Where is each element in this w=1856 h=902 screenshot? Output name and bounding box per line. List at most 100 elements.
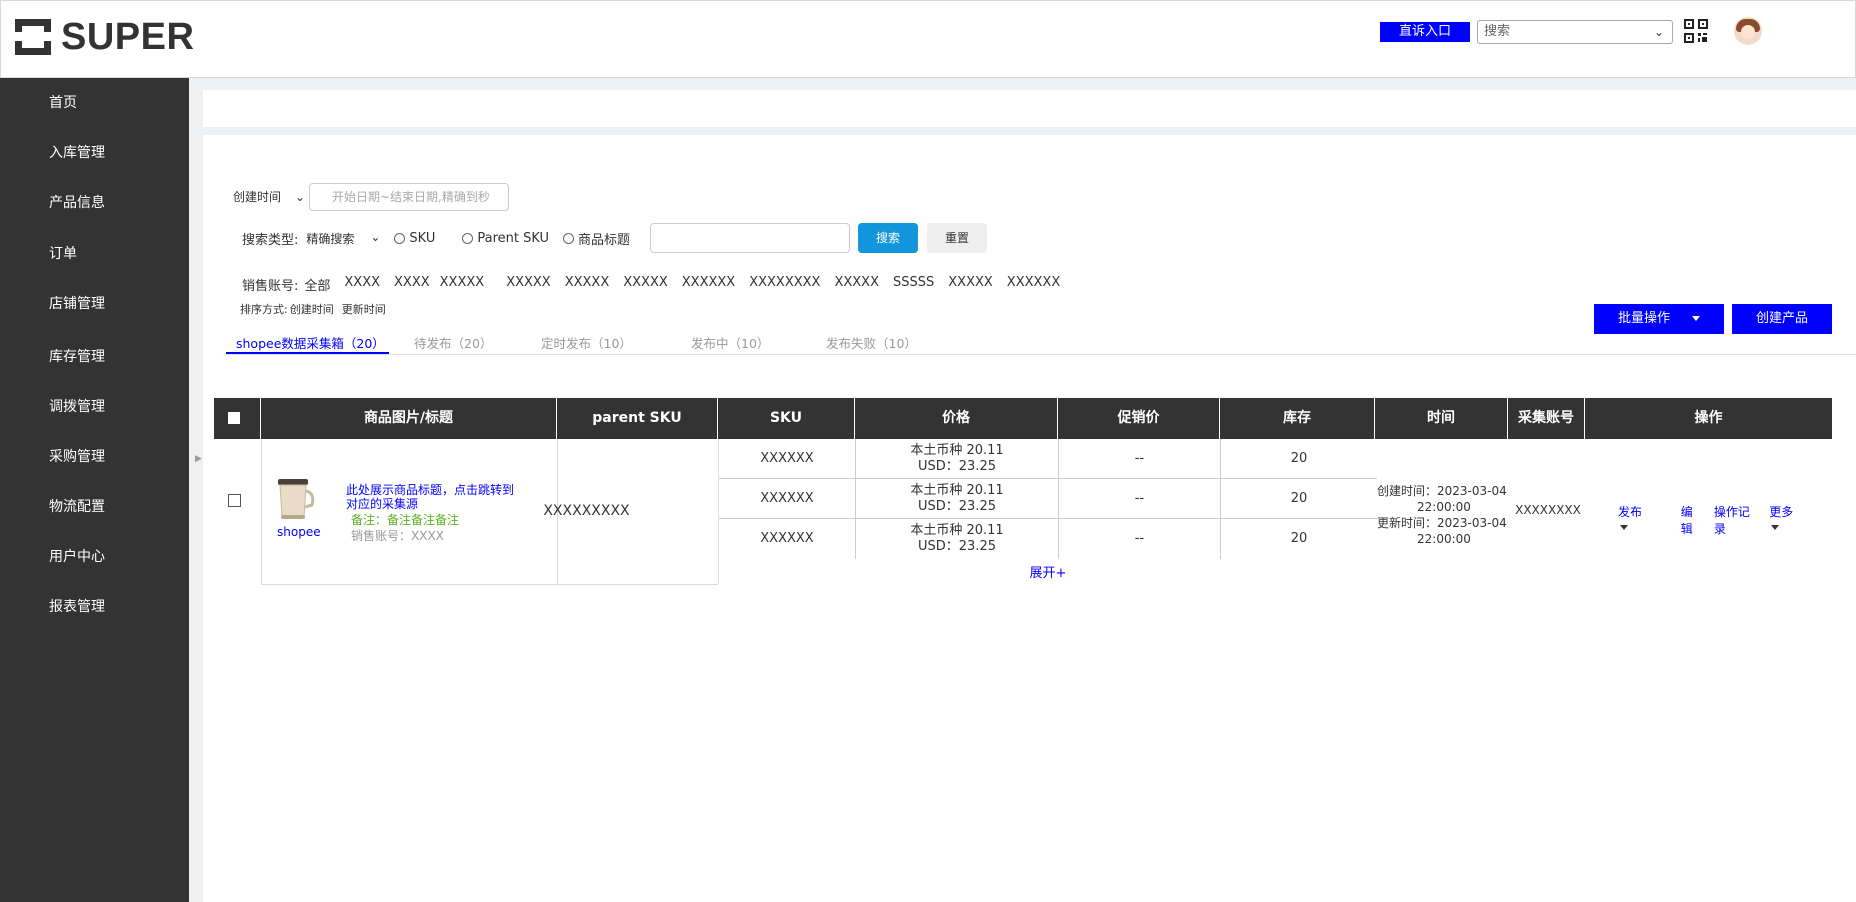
account-option[interactable]: XXXXX [440,275,485,294]
qr-code-icon[interactable] [1684,19,1708,43]
product-sales-account: 销售账号：XXXX [351,529,444,543]
table-header: 商品图片/标题 parent SKU SKU 价格 促销价 库存 时间 采集账号… [214,398,1832,439]
account-option[interactable]: XXXXXX [1007,275,1060,294]
sku-row: XXXXXX 本土币种 20.11 USD：23.25 -- 20 [719,519,1377,559]
stock-value: 20 [1290,531,1308,546]
column-header: 库存 [1220,398,1375,439]
checkbox-select-all[interactable] [228,412,240,424]
radio-title-label: 商品标题 [578,232,631,248]
sidebar-item-inbound[interactable]: 入库管理 [49,142,105,162]
promo-price: -- [1059,439,1221,479]
date-range-input[interactable]: 开始日期~结束日期,精确到秒 [309,183,509,211]
tab-collection-box[interactable]: shopee数据采集箱（20） [236,333,385,352]
tab-pending[interactable]: 待发布（20） [414,333,492,352]
logo[interactable]: SUPER [14,18,194,56]
price-local: 本土币种 20.11 [910,523,1004,538]
account-option[interactable]: XXXXXX [682,275,735,294]
account-option[interactable]: XXXXX [565,275,610,294]
created-time-label: 创建时间：2023-03-04 [1377,484,1507,498]
row-checkbox[interactable] [228,494,241,507]
sidebar-item-purchase[interactable]: 采购管理 [49,446,105,466]
active-tab-indicator [226,352,389,354]
product-title-link[interactable]: 此处展示商品标题，点击跳转到对应的采集源 [346,483,516,511]
sales-account-filter: 销售账号: 全部 XXXX XXXX XXXXX XXXXX XXXXX XXX… [242,275,1060,294]
publish-dropdown[interactable]: 发布 [1618,503,1670,537]
price-cell: 本土币种 20.11 USD：23.25 [856,439,1059,479]
batch-operations-button[interactable]: 批量操作 [1594,304,1724,334]
time-type-select[interactable]: 创建时间 ⌄ [233,185,307,209]
sidebar-item-reports[interactable]: 报表管理 [49,596,105,616]
sidebar-item-user-center[interactable]: 用户中心 [49,546,105,566]
create-product-button[interactable]: 创建产品 [1732,304,1832,334]
sku-value: XXXXXX [719,479,856,519]
keyword-input[interactable] [650,223,851,253]
collect-account-value: XXXXXXXX [1515,503,1581,517]
column-header: parent SKU [557,398,718,439]
tab-failed[interactable]: 发布失败（10） [826,333,917,352]
complaint-entry-button[interactable]: 直诉入口 [1380,22,1470,42]
tab-scheduled[interactable]: 定时发布（10） [541,333,632,352]
sort-option-updated[interactable]: 更新时间 [342,301,386,317]
radio-sku[interactable]: SKU [394,231,435,246]
column-header: 价格 [855,398,1058,439]
chevron-down-icon: ⌄ [294,190,305,204]
tab-divider [226,354,1856,355]
user-avatar[interactable] [1734,17,1762,45]
row-operations: 发布 编辑 操作记录 更多 [1618,503,1832,537]
account-option[interactable]: SSSSS [893,275,934,294]
sidebar-collapse-icon[interactable]: ▶ [195,454,202,464]
caret-down-icon [1692,316,1700,321]
sku-value: XXXXXX [719,519,856,559]
product-image[interactable] [272,475,316,521]
edit-link[interactable]: 编辑 [1681,503,1703,537]
column-header: 操作 [1694,410,1723,426]
time-type-value: 创建时间 [233,190,282,204]
accounts-label: 销售账号: [242,279,299,294]
price-cell: 本土币种 20.11 USD：23.25 [856,519,1059,559]
price-cell: 本土币种 20.11 USD：23.25 [856,479,1059,519]
sort-option-created[interactable]: 创建时间 [290,301,334,317]
search-mode-value: 精确搜索 [306,231,355,246]
time-filter-row: 创建时间 ⌄ 开始日期~结束日期,精确到秒 [233,183,509,211]
caret-down-icon [1771,525,1780,530]
column-header: 促销价 [1058,398,1220,439]
account-option[interactable]: XXXXX [623,275,668,294]
search-button[interactable]: 搜索 [858,223,919,253]
search-mode-select[interactable]: 精确搜索 ⌄ [306,230,380,247]
chevron-down-icon: ⌄ [1653,25,1664,39]
header-search-placeholder: 搜索 [1484,24,1511,39]
platform-label: shopee [277,525,321,539]
header-select-all[interactable] [214,398,261,439]
sidebar-item-orders[interactable]: 订单 [49,243,77,263]
radio-parent-sku[interactable]: Parent SKU [462,231,549,246]
sort-label: 排序方式: [240,303,288,316]
account-option[interactable]: XXXXX [834,275,879,294]
sidebar-item-inventory[interactable]: 库存管理 [49,346,105,366]
account-option[interactable]: XXXX [344,275,380,294]
tab-publishing[interactable]: 发布中（10） [691,333,769,352]
more-dropdown[interactable]: 更多 [1769,503,1821,537]
radio-sku-label: SKU [409,230,436,246]
account-option[interactable]: XXXXX [948,275,993,294]
sidebar-item-home[interactable]: 首页 [49,92,77,112]
reset-button[interactable]: 重置 [927,223,988,253]
expand-link[interactable]: 展开+ [719,562,1377,581]
column-header: 时间 [1375,398,1508,439]
time-cell: 创建时间：2023-03-04 22:00:00 更新时间：2023-03-04… [1377,483,1507,547]
search-row: 搜索类型: 精确搜索 ⌄ SKU Parent SKU 商品标题 搜索 重置 [242,223,988,253]
sidebar: 首页 入库管理 产品信息 订单 店铺管理 库存管理 调拨管理 采购管理 物流配置… [0,78,189,902]
header-search-select[interactable]: 搜索 ⌄ [1477,20,1673,44]
account-option[interactable]: XXXXX [506,275,551,294]
sidebar-item-shops[interactable]: 店铺管理 [49,293,105,313]
operation-log-link[interactable]: 操作记录 [1714,503,1758,537]
price-local: 本土币种 20.11 [910,443,1004,458]
account-option[interactable]: XXXXXXXX [749,275,820,294]
column-header: 采集账号 [1508,398,1585,439]
account-option[interactable]: XXXX [394,275,430,294]
sidebar-item-logistics[interactable]: 物流配置 [49,496,105,516]
sidebar-item-transfer[interactable]: 调拨管理 [49,396,105,416]
logo-mark-icon [14,19,52,55]
sidebar-item-products[interactable]: 产品信息 [49,192,105,212]
account-option[interactable]: 全部 [304,275,330,294]
radio-title[interactable]: 商品标题 [563,229,630,248]
